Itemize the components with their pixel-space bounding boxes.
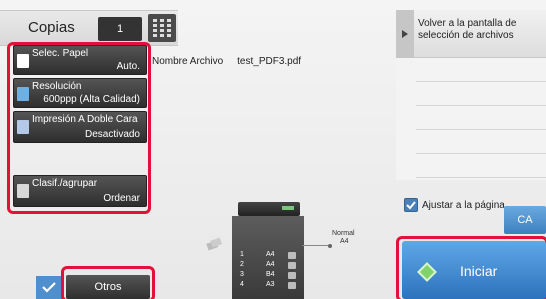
printer-body: 1 A4 2 A4 3 B4 4 A3 [232, 216, 304, 299]
list-item[interactable] [416, 58, 546, 82]
start-icon [417, 262, 437, 282]
paper-select-title: Selec. Papel [32, 48, 89, 59]
resolution-icon [17, 87, 29, 101]
sort-title: Clasif./agrupar [32, 178, 98, 189]
tray-4[interactable]: 4 A3 [240, 281, 296, 290]
otros-button[interactable]: Otros [66, 275, 150, 299]
duplex-icon [17, 120, 29, 134]
start-label: Iniciar [460, 263, 498, 279]
duplex-value: Desactivado [84, 129, 140, 140]
tray-number: 2 [240, 261, 244, 268]
tray-size: A3 [266, 281, 275, 288]
fit-page-label: Ajustar a la página [422, 200, 505, 211]
fit-page-checkbox[interactable] [404, 198, 418, 212]
check-icon-button[interactable] [36, 276, 62, 299]
resolution-button[interactable]: Resolución 600ppp (Alta Calidad) [13, 78, 147, 108]
tray-number: 3 [240, 271, 244, 278]
sort-icon [17, 184, 29, 198]
back-arrow-icon [396, 10, 414, 58]
list-item[interactable] [416, 106, 546, 130]
tray-icon [288, 252, 296, 259]
sort-group-button[interactable]: Clasif./agrupar Ordenar [13, 175, 147, 207]
ca-button[interactable]: CA [504, 206, 546, 234]
file-list-panel: Volver a la pantalla de selección de arc… [396, 10, 546, 180]
duplex-print-button[interactable]: Impresión A Doble Cara Desactivado [13, 111, 147, 143]
copies-label: Copias [28, 19, 75, 36]
list-item[interactable] [416, 82, 546, 106]
resolution-value: 600ppp (Alta Calidad) [43, 94, 140, 105]
paper-stack-icon [206, 237, 223, 251]
output-tray-label: Normal A4 [332, 230, 355, 246]
back-button-label: Volver a la pantalla de selección de arc… [418, 18, 517, 41]
check-icon [42, 282, 56, 293]
copies-count-field[interactable]: 1 [98, 17, 142, 41]
output-tray-type: Normal [332, 230, 355, 237]
duplex-title: Impresión A Doble Cara [32, 114, 138, 125]
check-icon [406, 201, 416, 210]
file-name-value: test_PDF3.pdf [237, 56, 302, 67]
file-name-row: Nombre Archivo test_PDF3.pdf [152, 56, 301, 67]
paper-icon [17, 54, 29, 68]
list-item[interactable] [416, 154, 546, 178]
function-panel: Selec. Papel Auto. Resolución 600ppp (Al… [13, 45, 147, 207]
printer-illustration: 1 A4 2 A4 3 B4 4 A3 [232, 202, 304, 299]
tray-2[interactable]: 2 A4 [240, 261, 296, 270]
output-tray-callout-line [302, 245, 330, 246]
keypad-button[interactable] [148, 14, 176, 42]
paper-select-button[interactable]: Selec. Papel Auto. [13, 45, 147, 75]
paper-select-value: Auto. [116, 61, 140, 72]
output-tray-size: A4 [340, 238, 349, 245]
tray-size: B4 [266, 271, 275, 278]
tray-icon [288, 262, 296, 269]
tray-3[interactable]: 3 B4 [240, 271, 296, 280]
sort-value: Ordenar [103, 193, 140, 204]
tray-size: A4 [266, 261, 275, 268]
tray-1[interactable]: 1 A4 [240, 251, 296, 260]
tray-size: A4 [266, 251, 275, 258]
tray-icon [288, 272, 296, 279]
start-button[interactable]: Iniciar [402, 241, 546, 299]
printer-top [238, 202, 300, 216]
resolution-title: Resolución [32, 81, 82, 92]
tray-number: 4 [240, 281, 244, 288]
keypad-icon [153, 19, 171, 37]
tray-icon [288, 282, 296, 289]
back-to-file-selection-button[interactable]: Volver a la pantalla de selección de arc… [396, 10, 546, 58]
file-name-label: Nombre Archivo [152, 56, 224, 67]
tray-number: 1 [240, 251, 244, 258]
list-item[interactable] [416, 130, 546, 154]
